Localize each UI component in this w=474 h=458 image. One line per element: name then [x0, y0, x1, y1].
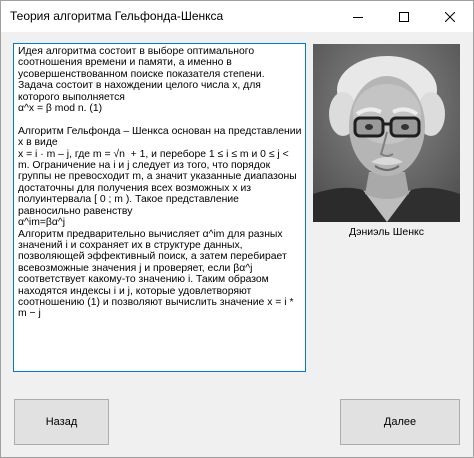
- maximize-button[interactable]: [381, 1, 427, 32]
- minimize-button[interactable]: [335, 1, 381, 32]
- client-area: Идея алгоритма состоит в выборе оптималь…: [1, 32, 473, 457]
- theory-textbox[interactable]: Идея алгоритма состоит в выборе оптималь…: [13, 43, 306, 372]
- portrait-image: [313, 44, 460, 222]
- portrait-caption: Дэниэль Шенкс: [349, 226, 424, 238]
- theory-text: Идея алгоритма состоит в выборе оптималь…: [18, 46, 302, 320]
- window-title: Теория алгоритма Гельфонда-Шенкса: [10, 9, 224, 23]
- minimize-icon: [353, 16, 363, 18]
- close-button[interactable]: [427, 1, 473, 32]
- maximize-icon: [399, 11, 409, 22]
- portrait-photo: [313, 44, 460, 222]
- next-button[interactable]: Далее: [340, 399, 460, 445]
- back-button[interactable]: Назад: [14, 399, 109, 445]
- close-icon: [445, 11, 455, 22]
- app-window: Теория алгоритма Гельфонда-Шенкса Идея а…: [0, 0, 474, 458]
- title-bar[interactable]: Теория алгоритма Гельфонда-Шенкса: [1, 1, 473, 32]
